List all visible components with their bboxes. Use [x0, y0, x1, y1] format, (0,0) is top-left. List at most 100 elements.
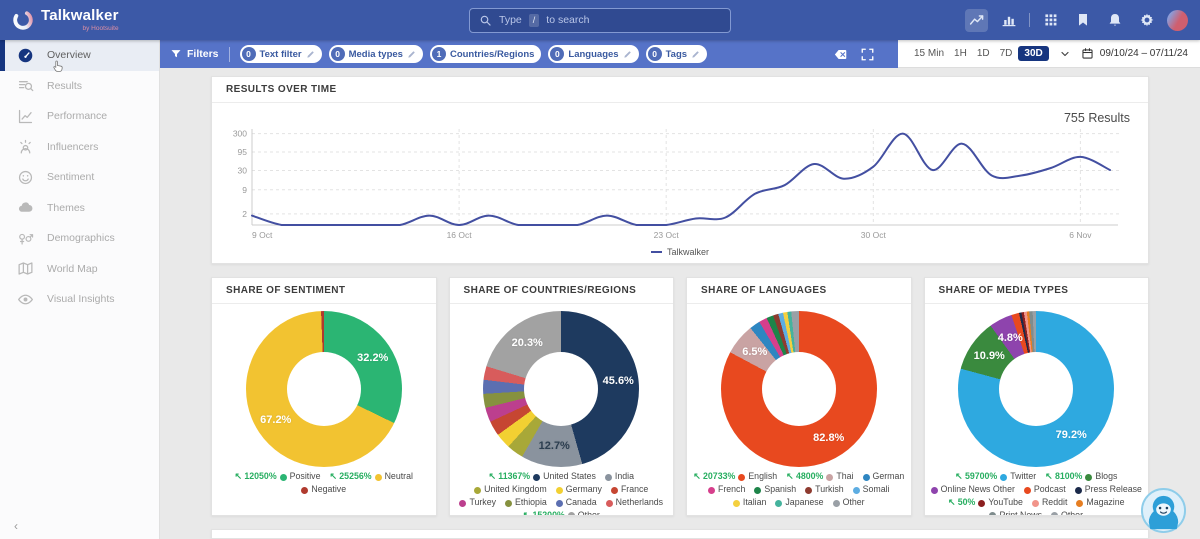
legend-item-turkey[interactable]: Turkey	[459, 497, 496, 509]
bell-icon[interactable]	[1103, 9, 1126, 32]
legend-item-spanish[interactable]: Spanish	[754, 484, 796, 496]
clear-filters-icon[interactable]	[833, 47, 848, 62]
search-input[interactable]: Type / to search	[469, 8, 731, 33]
legend-label: Online News Other	[941, 484, 1015, 496]
chatbot-assistant-button[interactable]	[1140, 487, 1187, 534]
legend-item-reddit[interactable]: Reddit	[1032, 497, 1067, 509]
legend-item-french[interactable]: French	[708, 484, 745, 496]
legend-item-magazine[interactable]: Magazine	[1076, 497, 1124, 509]
legend-item-ethiopia[interactable]: Ethiopia	[505, 497, 547, 509]
legend-item-other[interactable]: Other	[1051, 510, 1083, 516]
legend-label: Ethiopia	[515, 497, 547, 509]
filter-chip-media-types[interactable]: 0Media types	[329, 45, 423, 63]
sidebar-item-themes[interactable]: Themes	[0, 193, 159, 224]
legend-item-other[interactable]: ↖ 15200%Other	[523, 510, 600, 516]
range-7d[interactable]: 7D	[996, 46, 1017, 61]
legend-item-press-release[interactable]: Press Release	[1075, 484, 1142, 496]
legend-swatch	[533, 474, 540, 481]
filter-chip-countries-regions[interactable]: 1Countries/Regions	[430, 45, 541, 63]
legend-item-german[interactable]: German	[863, 471, 905, 483]
legend-item-france[interactable]: France	[611, 484, 648, 496]
sidebar-item-visual-insights[interactable]: Visual Insights	[0, 284, 159, 315]
legend-item-negative[interactable]: Negative	[301, 484, 346, 496]
panel-share-of-languages: SHARE OF LANGUAGES82.8%6.5%↖ 20733%Engli…	[686, 277, 912, 516]
sentiment-icon	[17, 169, 34, 186]
legend-item-print-news[interactable]: Print News	[989, 510, 1042, 516]
chevron-down-icon[interactable]	[1059, 48, 1071, 60]
legend-item-thai[interactable]: ↖ 4800%Thai	[786, 471, 853, 483]
legend-label: Somali	[863, 484, 890, 496]
legend-item-italian[interactable]: Italian	[733, 497, 766, 509]
column-chart-icon[interactable]	[997, 9, 1020, 32]
sidebar-item-label: Demographics	[47, 232, 115, 244]
filter-chip-languages[interactable]: 0Languages	[548, 45, 638, 63]
sidebar-item-world-map[interactable]: World Map	[0, 254, 159, 285]
legend-item-netherlands[interactable]: Netherlands	[606, 497, 663, 509]
grid-icon[interactable]	[1039, 9, 1062, 32]
talkwalker-logo[interactable]: Talkwalker by Hootsuite	[12, 8, 119, 33]
svg-text:16 Oct: 16 Oct	[447, 230, 473, 240]
legend-swatch	[738, 474, 745, 481]
legend-item-germany[interactable]: Germany	[556, 484, 602, 496]
filter-chip-tags[interactable]: 0Tags	[646, 45, 707, 63]
legend-item-online-news-other[interactable]: Online News Other	[931, 484, 1015, 496]
legend-item-united-states[interactable]: ↖ 11367%United States	[488, 471, 595, 483]
legend-item-blogs[interactable]: ↖ 8100%Blogs	[1045, 471, 1117, 483]
date-range-picker[interactable]: 09/10/24 – 07/11/24	[1081, 47, 1188, 60]
sidebar-item-demographics[interactable]: Demographics	[0, 223, 159, 254]
bookmark-icon[interactable]	[1071, 9, 1094, 32]
legend-item-podcast[interactable]: Podcast	[1024, 484, 1066, 496]
legend-item-twitter[interactable]: ↖ 59700%Twitter	[955, 471, 1036, 483]
sidebar-item-label: Influencers	[47, 141, 98, 153]
legend-item-somali[interactable]: Somali	[853, 484, 890, 496]
pencil-icon[interactable]	[623, 50, 632, 59]
legend-swatch	[1000, 474, 1007, 481]
range-1d[interactable]: 1D	[973, 46, 994, 61]
sidebar-item-performance[interactable]: Performance	[0, 101, 159, 132]
legend-item-japanese[interactable]: Japanese	[775, 497, 823, 509]
legend-item-english[interactable]: ↖ 20733%English	[693, 471, 777, 483]
range-1h[interactable]: 1H	[950, 46, 971, 61]
legend-label: India	[615, 471, 634, 483]
gear-icon[interactable]	[1135, 9, 1158, 32]
legend-item-india[interactable]: India	[605, 471, 634, 483]
chip-count-badge: 0	[648, 47, 662, 61]
filters-button[interactable]: Filters	[170, 48, 219, 60]
sidebar-item-sentiment[interactable]: Sentiment	[0, 162, 159, 193]
pencil-icon[interactable]	[691, 50, 700, 59]
trend-up-icon: ↖ 11367%	[488, 471, 530, 483]
talkwalker-series-label: Talkwalker	[667, 247, 709, 257]
filter-chip-text-filter[interactable]: 0Text filter	[240, 45, 322, 63]
legend-swatch	[474, 487, 481, 494]
fullscreen-icon[interactable]	[860, 47, 875, 62]
legend-item-other[interactable]: Other	[833, 497, 865, 509]
legend-label: Turkish	[815, 484, 844, 496]
trend-line-icon[interactable]	[965, 9, 988, 32]
results-line-chart[interactable]: 2930953009 Oct16 Oct23 Oct30 Oct6 Nov	[226, 119, 1134, 253]
sidebar-item-overview[interactable]: Overview	[0, 40, 159, 71]
line-chart-legend[interactable]: Talkwalker	[226, 247, 1134, 257]
pencil-icon[interactable]	[306, 50, 315, 59]
sidebar-item-results[interactable]: Results	[0, 71, 159, 102]
legend-item-neutral[interactable]: ↖ 25256%Neutral	[329, 471, 412, 483]
legend-item-positive[interactable]: ↖ 12050%Positive	[235, 471, 321, 483]
legend-label: Other	[1061, 510, 1083, 516]
legend-label: Netherlands	[616, 497, 663, 509]
legend-label: English	[748, 471, 777, 483]
sidebar-item-influencers[interactable]: Influencers	[0, 132, 159, 163]
svg-text:9 Oct: 9 Oct	[252, 230, 273, 240]
influencers-icon	[17, 138, 34, 155]
eye-icon	[17, 291, 34, 308]
range-30d[interactable]: 30D	[1018, 46, 1048, 61]
legend-item-united-kingdom[interactable]: United Kingdom	[474, 484, 547, 496]
user-avatar[interactable]	[1167, 10, 1188, 31]
legend-item-turkish[interactable]: Turkish	[805, 484, 844, 496]
svg-text:23 Oct: 23 Oct	[654, 230, 680, 240]
legend-label: Neutral	[385, 471, 413, 483]
donut-legend: ↖ 20733%English ↖ 4800%Thai German French Sp…	[687, 471, 911, 509]
sidebar-collapse-button[interactable]: ‹	[14, 519, 18, 533]
pencil-icon[interactable]	[407, 50, 416, 59]
legend-item-canada[interactable]: Canada	[556, 497, 597, 509]
legend-item-youtube[interactable]: ↖ 50%YouTube	[948, 497, 1023, 509]
range-15-min[interactable]: 15 Min	[910, 46, 948, 61]
